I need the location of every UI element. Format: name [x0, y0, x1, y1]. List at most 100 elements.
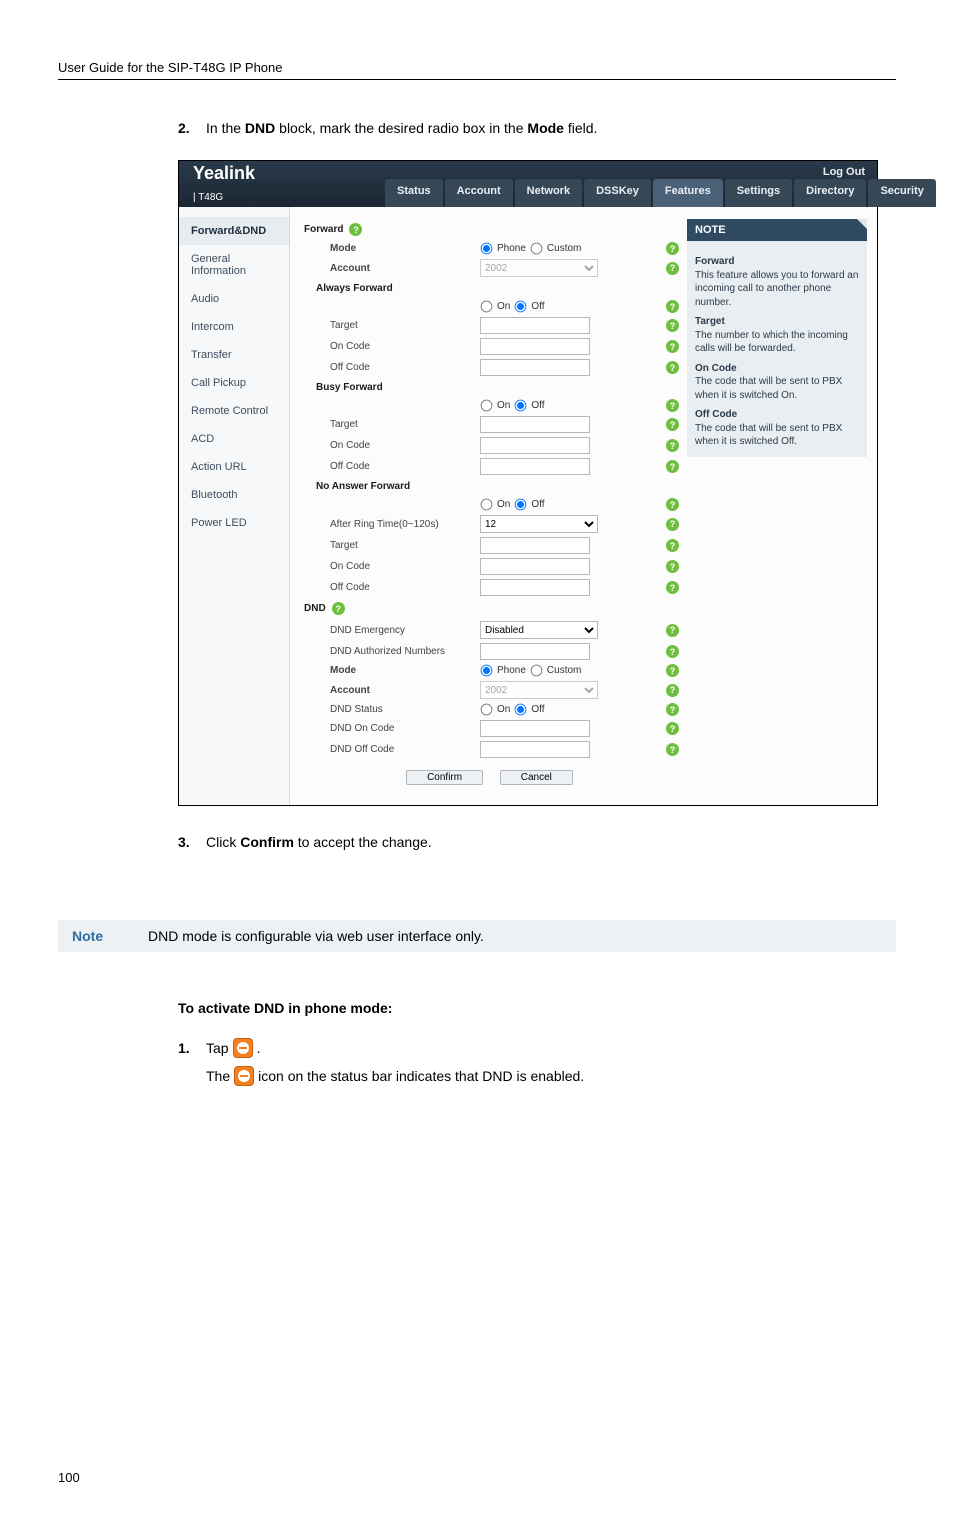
noans-oncode-input[interactable] [480, 558, 590, 575]
step-3-num: 3. [178, 834, 206, 850]
help-icon[interactable]: ? [666, 319, 679, 332]
forward-account-select[interactable]: 2002 [480, 259, 598, 277]
step-3: 3. Click Confirm to accept the change. [178, 834, 896, 850]
help-icon[interactable]: ? [666, 439, 679, 452]
help-icon[interactable]: ? [666, 581, 679, 594]
note-body: Forward This feature allows you to forwa… [687, 241, 867, 457]
form-column: Forward ? Mode Phone Custom ? Account 20… [300, 219, 679, 789]
page-number: 100 [58, 1470, 896, 1485]
dnd-section-header: DND ? [300, 598, 679, 619]
dnd-offcode-input[interactable] [480, 741, 590, 758]
sidebar-item-remote[interactable]: Remote Control [179, 397, 289, 425]
dnd-oncode-input[interactable] [480, 720, 590, 737]
page-header: User Guide for the SIP-T48G IP Phone [58, 60, 896, 79]
always-forward-head: Always Forward [300, 279, 679, 298]
busy-target-input[interactable] [480, 416, 590, 433]
help-icon[interactable]: ? [666, 262, 679, 275]
help-icon[interactable]: ? [666, 340, 679, 353]
tab-features[interactable]: Features [653, 179, 723, 207]
help-icon[interactable]: ? [666, 664, 679, 677]
tab-security[interactable]: Security [868, 179, 935, 207]
dnd-status-off[interactable] [515, 704, 527, 716]
always-off[interactable] [515, 301, 527, 313]
sidebar: Forward&DND General Information Audio In… [179, 207, 290, 805]
help-icon[interactable]: ? [666, 684, 679, 697]
sidebar-item-general[interactable]: General Information [179, 245, 289, 285]
busy-oncode-input[interactable] [480, 437, 590, 454]
always-oncode-input[interactable] [480, 338, 590, 355]
tab-directory[interactable]: Directory [794, 179, 866, 207]
tab-dsskey[interactable]: DSSKey [584, 179, 651, 207]
sidebar-item-bluetooth[interactable]: Bluetooth [179, 481, 289, 509]
sidebar-item-callpickup[interactable]: Call Pickup [179, 369, 289, 397]
help-icon[interactable]: ? [666, 399, 679, 412]
sidebar-item-intercom[interactable]: Intercom [179, 313, 289, 341]
web-ui-screenshot: Yealink | T48G Log Out Status Account Ne… [178, 160, 878, 806]
tab-status[interactable]: Status [385, 179, 443, 207]
activate-step-1: 1. Tap . [178, 1034, 896, 1062]
sidebar-item-acd[interactable]: ACD [179, 425, 289, 453]
sidebar-item-audio[interactable]: Audio [179, 285, 289, 313]
logout-link[interactable]: Log Out [823, 166, 865, 178]
dnd-account-select[interactable]: 2002 [480, 681, 598, 699]
dnd-mode-phone[interactable] [481, 665, 493, 677]
help-icon[interactable]: ? [666, 300, 679, 313]
help-icon[interactable]: ? [666, 518, 679, 531]
always-on[interactable] [481, 301, 493, 313]
help-icon[interactable]: ? [666, 703, 679, 716]
note-label: Note [72, 928, 148, 944]
note-strip: Note DND mode is configurable via web us… [58, 920, 896, 952]
after-ring-select[interactable]: 12 [480, 515, 598, 533]
help-icon[interactable]: ? [332, 602, 345, 615]
tab-network[interactable]: Network [515, 179, 582, 207]
note-header: NOTE [687, 219, 867, 241]
tabs: Status Account Network DSSKey Features S… [385, 179, 936, 207]
help-icon[interactable]: ? [666, 743, 679, 756]
tab-settings[interactable]: Settings [725, 179, 792, 207]
noans-on[interactable] [481, 499, 493, 511]
busy-on[interactable] [481, 400, 493, 412]
step-2-text: In the DND block, mark the desired radio… [206, 120, 597, 136]
step-3-text: Click Confirm to accept the change. [206, 834, 432, 850]
web-header: Yealink | T48G Log Out Status Account Ne… [179, 161, 877, 207]
help-icon[interactable]: ? [666, 498, 679, 511]
row-forward-mode: Mode Phone Custom ? [300, 240, 679, 257]
confirm-button[interactable]: Confirm [406, 770, 483, 785]
dnd-emergency-select[interactable]: Disabled [480, 621, 598, 639]
help-icon[interactable]: ? [666, 361, 679, 374]
forward-mode-label: Mode [330, 243, 480, 254]
help-icon[interactable]: ? [666, 560, 679, 573]
logo: Yealink | T48G [179, 163, 255, 205]
dnd-status-on[interactable] [481, 704, 493, 716]
help-icon[interactable]: ? [666, 645, 679, 658]
busy-off[interactable] [515, 400, 527, 412]
help-icon[interactable]: ? [666, 624, 679, 637]
sidebar-item-actionurl[interactable]: Action URL [179, 453, 289, 481]
help-icon[interactable]: ? [666, 460, 679, 473]
noans-off[interactable] [515, 499, 527, 511]
busy-offcode-input[interactable] [480, 458, 590, 475]
tab-account[interactable]: Account [445, 179, 513, 207]
forward-section-header: Forward ? [300, 219, 679, 240]
always-offcode-input[interactable] [480, 359, 590, 376]
help-icon[interactable]: ? [349, 223, 362, 236]
help-icon[interactable]: ? [666, 242, 679, 255]
dnd-mode-custom[interactable] [531, 665, 543, 677]
dnd-auth-input[interactable] [480, 643, 590, 660]
help-icon[interactable]: ? [666, 418, 679, 431]
dnd-icon [233, 1038, 253, 1058]
noans-offcode-input[interactable] [480, 579, 590, 596]
forward-mode-phone[interactable] [481, 243, 493, 255]
sidebar-item-transfer[interactable]: Transfer [179, 341, 289, 369]
cancel-button[interactable]: Cancel [500, 770, 573, 785]
sidebar-item-forwarddnd[interactable]: Forward&DND [179, 217, 289, 245]
step-2: 2. In the DND block, mark the desired ra… [178, 120, 896, 136]
sidebar-item-powerled[interactable]: Power LED [179, 509, 289, 537]
noans-target-input[interactable] [480, 537, 590, 554]
always-target-input[interactable] [480, 317, 590, 334]
help-icon[interactable]: ? [666, 722, 679, 735]
forward-mode-custom[interactable] [531, 243, 543, 255]
forward-account-label: Account [330, 263, 480, 274]
note-text: DND mode is configurable via web user in… [148, 928, 484, 944]
help-icon[interactable]: ? [666, 539, 679, 552]
